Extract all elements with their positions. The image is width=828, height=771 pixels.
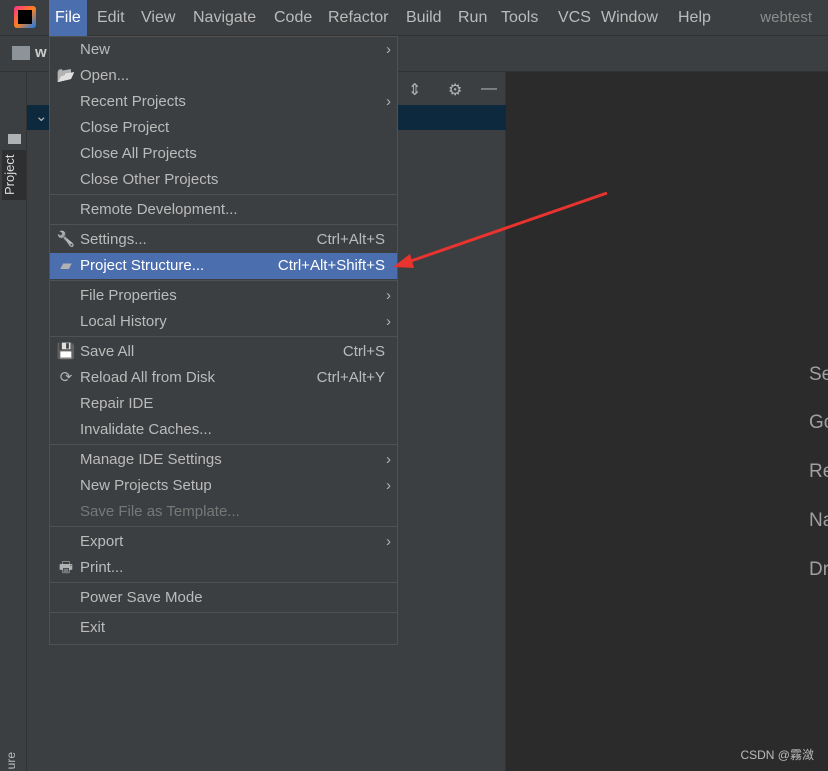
menu-window[interactable]: Window: [595, 0, 664, 36]
menu-item-label: Recent Projects: [80, 93, 186, 110]
project-tool-tab[interactable]: Project: [2, 150, 26, 200]
menu-item-project-structure[interactable]: ▰ Project Structure... Ctrl+Alt+Shift+S: [50, 253, 397, 279]
menu-item-label: Reload All from Disk: [80, 369, 216, 386]
menu-item-label: Repair IDE: [80, 395, 154, 412]
editor-hint: Na: [809, 510, 828, 531]
menu-item-save-all[interactable]: 💾 Save All Ctrl+S: [50, 339, 397, 365]
menu-item-label: Save File as Template...: [80, 503, 240, 520]
chevron-right-icon: ›: [386, 41, 391, 58]
menu-item-label: Save All: [80, 343, 135, 360]
file-menu-dropdown: New › 📂 Open... Recent Projects › Close Projec…: [49, 36, 398, 645]
menu-item-print[interactable]: 🖶 Print...: [50, 555, 397, 581]
editor-hint: Re: [809, 461, 828, 482]
menu-item-label: Close All Projects: [80, 145, 197, 162]
menu-code[interactable]: Code: [268, 0, 318, 36]
menu-edit[interactable]: Edit: [91, 0, 131, 36]
menu-bar: File Edit View Navigate Code Refactor Bu…: [0, 0, 828, 36]
editor-hint: Dr: [809, 559, 828, 580]
menu-item-new-projects-setup[interactable]: New Projects Setup ›: [50, 473, 397, 499]
menu-item-exit[interactable]: Exit: [50, 615, 397, 641]
chevron-down-icon: ⌄: [35, 108, 48, 125]
menu-item-label: Export: [80, 533, 124, 550]
menu-item-local-history[interactable]: Local History ›: [50, 309, 397, 335]
menu-item-close-project[interactable]: Close Project: [50, 115, 397, 141]
menu-item-label: Power Save Mode: [80, 589, 203, 606]
menu-item-label: Close Other Projects: [80, 171, 219, 188]
menu-item-settings[interactable]: 🔧 Settings... Ctrl+Alt+S: [50, 227, 397, 253]
shortcut-label: Ctrl+Alt+S: [316, 231, 385, 248]
menu-item-label: Exit: [80, 619, 106, 636]
menu-item-label: Remote Development...: [80, 201, 238, 218]
menu-item-invalidate-caches[interactable]: Invalidate Caches...: [50, 417, 397, 443]
project-structure-icon: ▰: [60, 257, 72, 274]
structure-tool-tab[interactable]: ure: [4, 752, 18, 769]
watermark: CSDN @霧潋: [740, 748, 814, 762]
menu-item-repair-ide[interactable]: Repair IDE: [50, 391, 397, 417]
minimize-icon[interactable]: —: [481, 80, 497, 98]
menu-item-recent-projects[interactable]: Recent Projects ›: [50, 89, 397, 115]
menu-item-reload-all-from-disk[interactable]: ⟳ Reload All from Disk Ctrl+Alt+Y: [50, 365, 397, 391]
menu-view[interactable]: View: [135, 0, 181, 36]
shortcut-label: Ctrl+Alt+Shift+S: [277, 257, 385, 274]
menu-item-manage-ide-settings[interactable]: Manage IDE Settings ›: [50, 447, 397, 473]
menu-item-label: New: [80, 41, 111, 58]
menu-item-label: Print...: [80, 559, 124, 576]
window-title: webtest: [760, 9, 812, 26]
chevron-right-icon: ›: [386, 93, 391, 110]
menu-item-open[interactable]: 📂 Open...: [50, 63, 397, 89]
project-folder-icon: [12, 46, 30, 60]
menu-item-close-all-projects[interactable]: Close All Projects: [50, 141, 397, 167]
menu-navigate[interactable]: Navigate: [187, 0, 262, 36]
menu-help[interactable]: Help: [672, 0, 717, 36]
chevron-right-icon: ›: [386, 451, 391, 468]
folder-open-icon: 📂: [56, 67, 76, 84]
menu-file[interactable]: File: [49, 0, 87, 36]
menu-item-label: New Projects Setup: [80, 477, 212, 494]
collapse-all-icon[interactable]: ⇕: [408, 80, 421, 100]
folder-icon: [8, 134, 21, 144]
menu-run[interactable]: Run: [452, 0, 493, 36]
menu-item-label: Invalidate Caches...: [80, 421, 212, 438]
menu-item-label: Local History: [80, 313, 167, 330]
tool-window-strip: Project ure: [0, 72, 27, 771]
menu-vcs[interactable]: VCS: [552, 0, 597, 36]
chevron-right-icon: ›: [386, 287, 391, 304]
menu-item-remote-development[interactable]: Remote Development...: [50, 197, 397, 223]
save-icon: 💾: [56, 343, 76, 360]
editor-hint: Se: [809, 364, 828, 385]
menu-item-label: Settings...: [80, 231, 147, 248]
wrench-icon: 🔧: [56, 231, 76, 248]
menu-item-label: Manage IDE Settings: [80, 451, 222, 468]
gear-icon[interactable]: ⚙: [448, 80, 462, 100]
menu-refactor[interactable]: Refactor: [322, 0, 394, 36]
menu-item-close-other-projects[interactable]: Close Other Projects: [50, 167, 397, 193]
menu-item-label: Project Structure...: [80, 257, 205, 274]
print-icon: 🖶: [58, 559, 74, 576]
menu-build[interactable]: Build: [400, 0, 448, 36]
menu-item-new[interactable]: New ›: [50, 37, 397, 63]
chevron-right-icon: ›: [386, 533, 391, 550]
editor-hint: Go: [809, 412, 828, 433]
reload-icon: ⟳: [59, 369, 73, 386]
menu-item-power-save-mode[interactable]: Power Save Mode: [50, 585, 397, 611]
shortcut-label: Ctrl+Alt+Y: [316, 369, 385, 386]
chevron-right-icon: ›: [386, 477, 391, 494]
intellij-logo-icon: [14, 6, 36, 28]
breadcrumb-project[interactable]: w: [35, 44, 47, 61]
menu-item-export[interactable]: Export ›: [50, 529, 397, 555]
shortcut-label: Ctrl+S: [342, 343, 385, 360]
menu-item-label: Open...: [80, 67, 130, 84]
menu-item-label: Close Project: [80, 119, 170, 136]
menu-item-label: File Properties: [80, 287, 177, 304]
menu-item-save-file-as-template: Save File as Template...: [50, 499, 397, 525]
chevron-right-icon: ›: [386, 313, 391, 330]
menu-item-file-properties[interactable]: File Properties ›: [50, 283, 397, 309]
menu-tools[interactable]: Tools: [495, 0, 544, 36]
